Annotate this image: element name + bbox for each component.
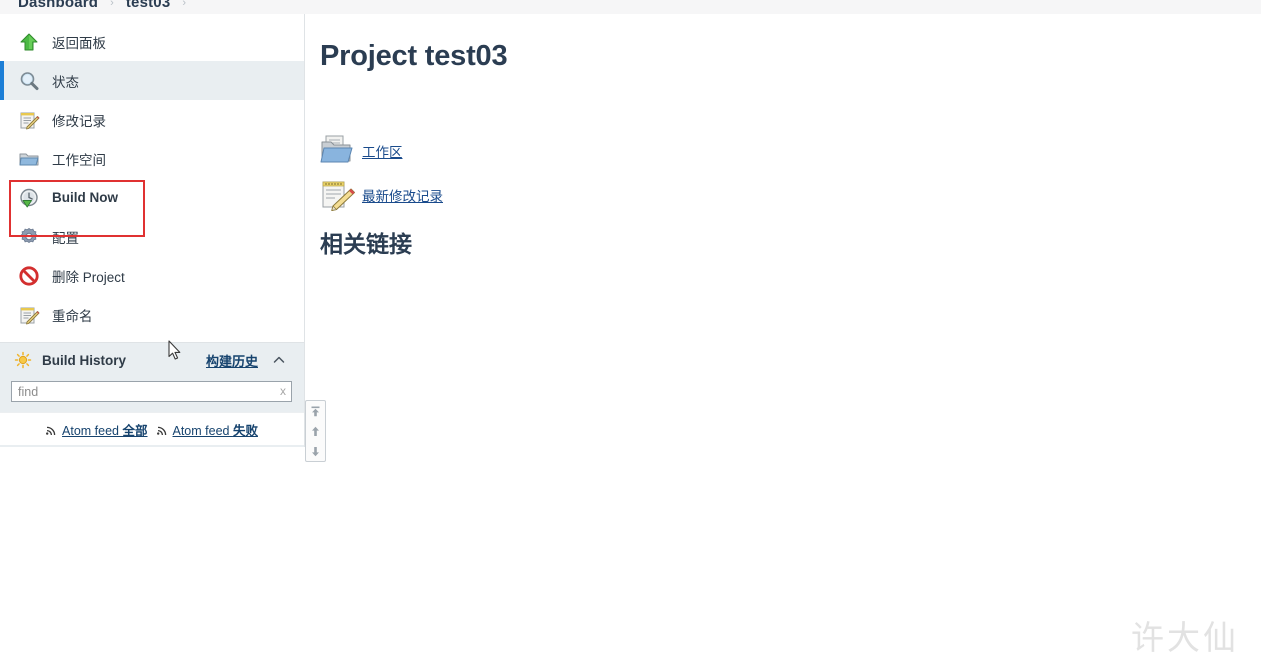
sidebar-item-configure[interactable]: 配置 bbox=[0, 217, 304, 256]
scroll-down-icon[interactable] bbox=[309, 445, 322, 458]
build-history-link[interactable]: 构建历史 bbox=[206, 351, 258, 370]
sidebar-item-rename[interactable]: 重命名 bbox=[0, 295, 304, 334]
link-recent-changes-label: 最新修改记录 bbox=[362, 189, 443, 204]
watermark: 许大仙 bbox=[1131, 618, 1239, 657]
workspace-folder-icon bbox=[320, 134, 356, 168]
sidebar-item-label: 返回面板 bbox=[52, 35, 106, 51]
sidebar-item-workspace[interactable]: 工作空间 bbox=[0, 139, 304, 178]
magnifier-icon bbox=[18, 70, 40, 92]
sidebar-item-label: Build Now bbox=[52, 190, 118, 205]
project-links: 工作区 最新修改记录 bbox=[320, 129, 1261, 217]
build-clock-play-icon bbox=[18, 187, 40, 209]
atom-feed-failed[interactable]: Atom feed 失败 bbox=[156, 420, 258, 439]
atom-feed-all[interactable]: Atom feed 全部 bbox=[46, 420, 148, 439]
scroll-navigation-widget[interactable] bbox=[305, 400, 326, 462]
sidebar: 返回面板 状态 修改记录 工作空间 Build Now 配置 删除 Projec… bbox=[0, 14, 305, 447]
gear-icon bbox=[18, 226, 40, 248]
atom-feed-failed-label: Atom feed 失败 bbox=[172, 423, 258, 438]
notepad-pencil-icon bbox=[18, 304, 40, 326]
build-history-header: Build History 构建历史 bbox=[0, 343, 304, 377]
sidebar-item-build-now[interactable]: Build Now bbox=[0, 178, 304, 217]
breadcrumb: Dashboard › test03 › bbox=[0, 0, 1261, 14]
breadcrumb-item-test03[interactable]: test03 bbox=[126, 0, 171, 11]
link-workspace-label: 工作区 bbox=[362, 145, 403, 160]
delete-forbidden-icon bbox=[18, 265, 40, 287]
atom-feed-all-label: Atom feed 全部 bbox=[62, 423, 148, 438]
sidebar-item-label: 删除 Project bbox=[52, 269, 125, 285]
clear-icon[interactable]: x bbox=[280, 384, 286, 398]
breadcrumb-separator-icon: › bbox=[110, 0, 114, 9]
sidebar-item-label: 重命名 bbox=[52, 308, 93, 324]
sidebar-item-changes[interactable]: 修改记录 bbox=[0, 100, 304, 139]
sidebar-item-label: 工作空间 bbox=[52, 152, 106, 168]
page-title: Project test03 bbox=[320, 40, 508, 72]
breadcrumb-item-dashboard[interactable]: Dashboard bbox=[18, 0, 98, 11]
find-wrapper: x bbox=[11, 381, 292, 402]
build-history-find-row: x bbox=[0, 377, 304, 412]
breadcrumb-trailing-separator-icon: › bbox=[182, 0, 187, 9]
sidebar-item-delete-project[interactable]: 删除 Project bbox=[0, 256, 304, 295]
link-recent-changes[interactable]: 最新修改记录 bbox=[320, 173, 1261, 217]
folder-icon bbox=[18, 148, 40, 170]
sidebar-item-back-to-dashboard[interactable]: 返回面板 bbox=[0, 22, 304, 61]
build-history-title: Build History bbox=[42, 352, 127, 368]
find-input[interactable] bbox=[11, 381, 292, 402]
jump-to-top-icon[interactable] bbox=[309, 405, 322, 418]
sun-icon bbox=[14, 351, 32, 369]
rss-icon bbox=[46, 424, 57, 435]
link-workspace[interactable]: 工作区 bbox=[320, 129, 1261, 173]
up-arrow-green-icon bbox=[18, 31, 40, 53]
changes-notepad-icon bbox=[320, 178, 356, 212]
atom-feed-row: Atom feed 全部 Atom feed 失败 bbox=[0, 412, 304, 445]
notepad-pencil-icon bbox=[18, 109, 40, 131]
sidebar-item-label: 配置 bbox=[52, 230, 79, 246]
main-content: Project test03 工作区 最新修改记录 相关链接 bbox=[306, 14, 1261, 667]
chevron-up-icon[interactable] bbox=[272, 353, 286, 367]
build-history-panel: Build History 构建历史 x bbox=[0, 342, 304, 447]
rss-icon bbox=[156, 424, 168, 435]
sidebar-task-list: 返回面板 状态 修改记录 工作空间 Build Now 配置 删除 Projec… bbox=[0, 14, 304, 334]
related-links-heading: 相关链接 bbox=[320, 231, 412, 257]
sidebar-item-status[interactable]: 状态 bbox=[0, 61, 304, 100]
scroll-up-icon[interactable] bbox=[309, 425, 322, 438]
sidebar-item-label: 修改记录 bbox=[52, 113, 106, 129]
sidebar-item-label: 状态 bbox=[52, 74, 79, 90]
